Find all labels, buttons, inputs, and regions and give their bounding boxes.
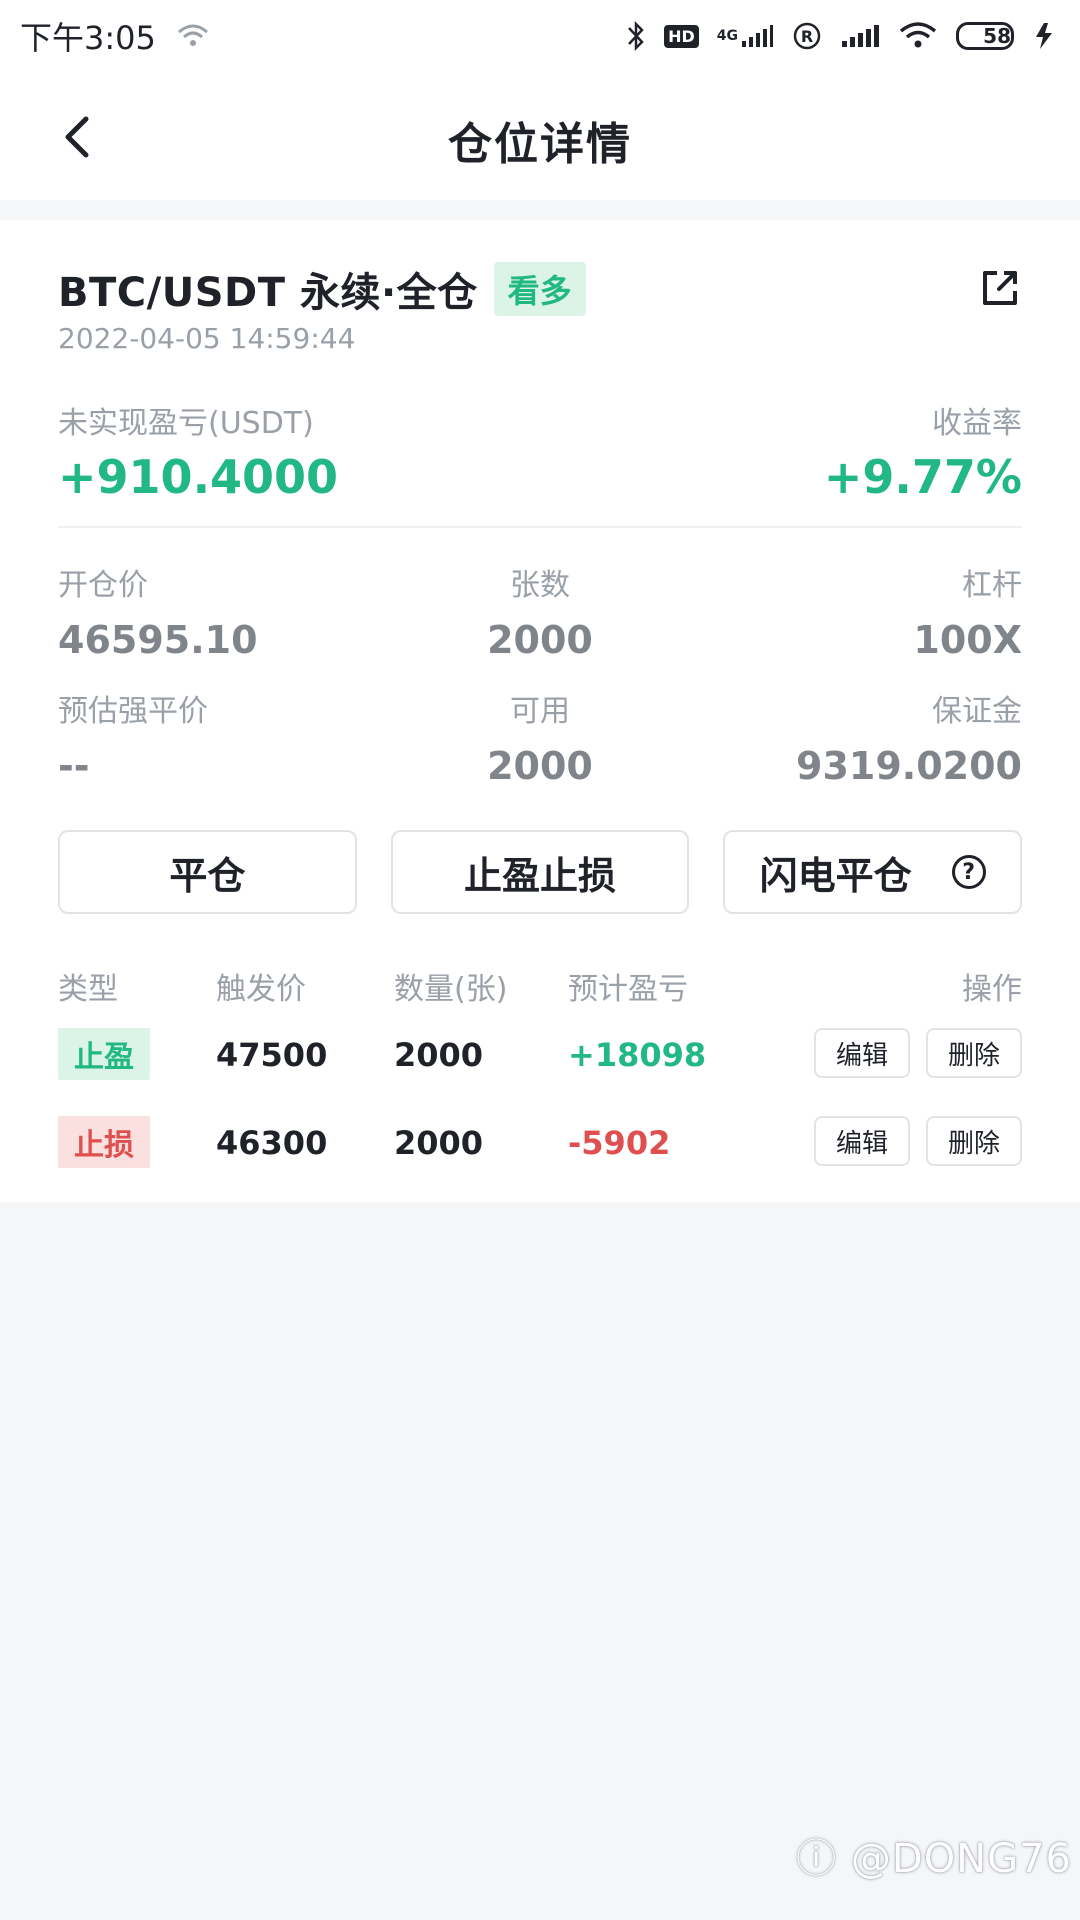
tp-sl-button[interactable]: 止盈止损	[390, 830, 690, 914]
bluetooth-icon	[626, 20, 646, 52]
share-external-icon	[983, 271, 1017, 305]
network-label: 4G	[716, 28, 738, 44]
position-timestamp: 2022-04-05 14:59:44	[58, 322, 356, 355]
header-operation: 操作	[962, 972, 1022, 1007]
order-est-pnl: +18098	[568, 1036, 707, 1074]
page-title: 仓位详情	[448, 119, 632, 170]
position-card: BTC/USDT 永续·全仓 看多 2022-04-05 14:59:44 未实…	[0, 220, 1080, 1202]
header-trigger: 触发价	[216, 972, 306, 1007]
signal-icon	[840, 23, 880, 49]
order-trigger: 47500	[216, 1036, 328, 1074]
margin-value: 9319.0200	[796, 744, 1022, 788]
order-quantity: 2000	[394, 1036, 484, 1074]
watermark: ⓘ @DONG76	[796, 1826, 1072, 1884]
unrealized-pnl-value: +910.4000	[58, 450, 339, 504]
available-value: 2000	[487, 744, 593, 788]
available-label: 可用	[510, 694, 570, 729]
open-price-cell: 开仓价 46595.10	[58, 560, 378, 662]
battery-level: 58	[983, 24, 1011, 48]
charging-icon	[1032, 21, 1060, 51]
zhihu-logo-icon: ⓘ	[796, 1836, 838, 1882]
status-time: 下午3:05	[20, 19, 156, 57]
delete-button[interactable]: 删除	[926, 1028, 1022, 1078]
status-bar-right: HD 4G R 58	[626, 20, 1060, 52]
watermark-text: @DONG76	[850, 1836, 1072, 1882]
order-type-tag: 止损	[58, 1116, 150, 1168]
action-buttons: 平仓 止盈止损 闪电平仓 ?	[58, 830, 1023, 914]
share-button[interactable]	[976, 264, 1024, 312]
status-bar: 下午3:05 HD 4G R 58	[0, 0, 1080, 72]
margin-cell: 保证金 9319.0200	[702, 686, 1022, 788]
liq-price-value: --	[58, 744, 90, 788]
leverage-cell: 杠杆 100X	[702, 560, 1022, 662]
status-bar-left: 下午3:05	[20, 13, 210, 59]
edit-button[interactable]: 编辑	[814, 1116, 910, 1166]
flash-close-label: 闪电平仓	[759, 853, 912, 898]
close-position-button[interactable]: 平仓	[58, 830, 357, 914]
signal-4g-icon: 4G	[717, 23, 774, 49]
delete-button[interactable]: 删除	[926, 1116, 1022, 1166]
svg-text:R: R	[801, 27, 813, 46]
position-symbol: BTC/USDT 永续·全仓	[58, 270, 478, 316]
roe-value: +9.77%	[823, 450, 1022, 504]
position-header: BTC/USDT 永续·全仓 看多	[58, 260, 586, 318]
position-details-grid: 开仓价 46595.10 张数 2000 杠杆 100X 预估强平价 -- 可用…	[58, 560, 1022, 850]
open-price-label: 开仓价	[58, 568, 148, 603]
tp-sl-label: 止盈止损	[464, 853, 617, 898]
contracts-value: 2000	[487, 618, 593, 662]
contracts-cell: 张数 2000	[380, 560, 700, 662]
battery-indicator: 58	[956, 22, 1014, 50]
order-operations: 编辑 删除	[814, 1028, 1022, 1078]
nav-bar: 仓位详情	[0, 72, 1080, 200]
side-tag: 看多	[493, 262, 586, 316]
open-price-value: 46595.10	[58, 618, 258, 662]
unrealized-pnl-label: 未实现盈亏(USDT)	[58, 406, 314, 441]
contracts-label: 张数	[510, 568, 570, 603]
liq-price-label: 预估强平价	[58, 694, 208, 729]
order-operations: 编辑 删除	[814, 1116, 1022, 1166]
close-position-label: 平仓	[169, 853, 246, 898]
order-type-tag: 止盈	[58, 1028, 150, 1080]
header-est-pnl: 预计盈亏	[568, 972, 688, 1007]
table-row: 止盈 47500 2000 +18098 编辑 删除	[58, 1028, 1022, 1082]
divider	[58, 526, 1022, 528]
help-icon[interactable]: ?	[951, 855, 986, 889]
hd-badge: HD	[664, 24, 699, 48]
table-header: 类型 触发价 数量(张) 预计盈亏 操作	[58, 958, 1022, 1012]
available-cell: 可用 2000	[380, 686, 700, 788]
wifi-icon	[898, 21, 938, 51]
roe-label: 收益率	[932, 406, 1022, 441]
header-type: 类型	[58, 972, 118, 1007]
table-row: 止损 46300 2000 -5902 编辑 删除	[58, 1116, 1022, 1170]
order-trigger: 46300	[216, 1124, 328, 1162]
flash-close-button[interactable]: 闪电平仓 ?	[723, 830, 1023, 914]
margin-label: 保证金	[932, 694, 1022, 729]
liq-price-cell: 预估强平价 --	[58, 686, 378, 788]
wifi-link-icon	[176, 22, 210, 50]
leverage-value: 100X	[913, 618, 1022, 662]
order-quantity: 2000	[394, 1124, 484, 1162]
edit-button[interactable]: 编辑	[814, 1028, 910, 1078]
order-est-pnl: -5902	[568, 1124, 671, 1162]
leverage-label: 杠杆	[962, 568, 1022, 603]
registered-icon: R	[792, 21, 822, 51]
header-quantity: 数量(张)	[394, 972, 508, 1007]
